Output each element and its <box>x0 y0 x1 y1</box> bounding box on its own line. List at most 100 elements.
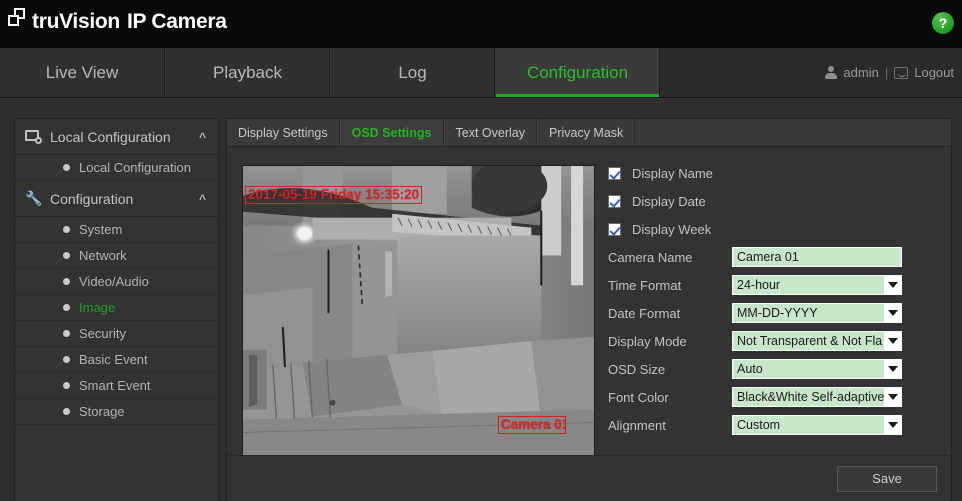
date-format-row: Date Format MM-DD-YYYY <box>602 299 942 327</box>
chevron-down-icon[interactable] <box>884 276 901 294</box>
chevron-down-icon[interactable] <box>884 360 901 378</box>
sidebar-group-configuration[interactable]: 🔧 Configuration ^ <box>15 181 218 217</box>
sidebar-item-basic-event[interactable]: Basic Event <box>15 347 218 373</box>
osd-size-label: OSD Size <box>608 361 666 377</box>
bullet-icon <box>63 382 70 389</box>
nav-tab-playback[interactable]: Playback <box>165 48 330 97</box>
tab-osd-settings[interactable]: OSD Settings <box>339 119 444 146</box>
osd-datetime-overlay[interactable]: 2017-05-19 Friday 15:35:20 <box>245 186 423 204</box>
font-color-value: Black&White Self-adaptive <box>732 387 902 407</box>
display-name-row: Display Name <box>602 159 942 187</box>
chevron-up-icon-config[interactable]: ^ <box>199 192 206 206</box>
time-format-select[interactable]: 24-hour <box>732 275 902 295</box>
chevron-down-icon[interactable] <box>884 416 901 434</box>
sidebar-item-label: Smart Event <box>79 378 151 393</box>
nav-tab-configuration[interactable]: Configuration <box>495 48 660 97</box>
date-format-select[interactable]: MM-DD-YYYY <box>732 303 902 323</box>
font-color-select[interactable]: Black&White Self-adaptive <box>732 387 902 407</box>
sidebar-item-label: Storage <box>79 404 125 419</box>
display-week-row: Display Week <box>602 215 942 243</box>
sidebar-item-image[interactable]: Image <box>15 295 218 321</box>
osd-size-select[interactable]: Auto <box>732 359 902 379</box>
brand: truVision IP Camera <box>8 8 227 34</box>
display-date-row: Display Date <box>602 187 942 215</box>
osd-size-value: Auto <box>732 359 902 379</box>
camera-name-input[interactable] <box>732 247 902 267</box>
sidebar-item-label: Basic Event <box>79 352 148 367</box>
bullet-icon <box>63 304 70 311</box>
sidebar-item-smart-event[interactable]: Smart Event <box>15 373 218 399</box>
save-button[interactable]: Save <box>837 466 937 492</box>
user-area: admin | Logout <box>825 48 954 97</box>
sidebar-item-system[interactable]: System <box>15 217 218 243</box>
main-nav-tabs: Live View Playback Log Configuration <box>0 48 660 97</box>
nav-tab-log[interactable]: Log <box>330 48 495 97</box>
camera-live-image <box>243 166 594 455</box>
bullet-icon <box>63 164 70 171</box>
brand-title: truVision IP Camera <box>32 9 227 34</box>
camera-name-label: Camera Name <box>608 249 693 265</box>
time-format-label: Time Format <box>608 277 682 293</box>
font-color-row: Font Color Black&White Self-adaptive <box>602 383 942 411</box>
display-name-checkbox[interactable] <box>608 166 621 180</box>
date-format-label: Date Format <box>608 305 681 321</box>
nav-tab-live-view[interactable]: Live View <box>0 48 165 97</box>
chevron-down-icon[interactable] <box>884 332 901 350</box>
monitor-gear-icon <box>25 129 42 144</box>
tab-privacy-mask[interactable]: Privacy Mask <box>536 119 636 146</box>
sidebar-item-local-configuration[interactable]: Local Configuration <box>15 155 218 181</box>
camera-name-row: Camera Name <box>602 243 942 271</box>
sidebar-item-video-audio[interactable]: Video/Audio <box>15 269 218 295</box>
alignment-label: Alignment <box>608 417 666 433</box>
time-format-row: Time Format 24-hour <box>602 271 942 299</box>
logout-icon[interactable] <box>894 66 909 79</box>
alignment-select[interactable]: Custom <box>732 415 902 435</box>
chevron-down-icon[interactable] <box>884 304 901 322</box>
date-format-value: MM-DD-YYYY <box>732 303 902 323</box>
bullet-icon <box>63 408 70 415</box>
sidebar-item-network[interactable]: Network <box>15 243 218 269</box>
bullet-icon <box>63 226 70 233</box>
user-separator: | <box>884 65 889 80</box>
display-date-checkbox[interactable] <box>608 194 621 208</box>
chevron-down-icon[interactable] <box>884 388 901 406</box>
osd-camera-name-overlay[interactable]: Camera 01 <box>498 416 566 434</box>
content-panel: Display Settings OSD Settings Text Overl… <box>226 118 952 501</box>
logout-button[interactable]: Logout <box>914 65 954 80</box>
sidebar-item-label: System <box>79 222 123 237</box>
font-color-label: Font Color <box>608 389 669 405</box>
display-date-label: Display Date <box>632 193 706 209</box>
brand-name-post: Vision <box>59 10 120 33</box>
tab-text-overlay[interactable]: Text Overlay <box>443 119 537 146</box>
sidebar-group-label-local: Local Configuration <box>50 128 171 145</box>
osd-size-row: OSD Size Auto <box>602 355 942 383</box>
display-week-label: Display Week <box>632 221 712 237</box>
bullet-icon <box>63 278 70 285</box>
username-label: admin <box>843 65 879 80</box>
display-mode-value: Not Transparent & Not Fla <box>732 331 902 351</box>
sidebar-item-label: Local Configuration <box>79 160 192 175</box>
sidebar: Local Configuration ^ Local Configuratio… <box>14 118 219 501</box>
chevron-up-icon-local[interactable]: ^ <box>199 130 206 144</box>
sidebar-group-label-config: Configuration <box>50 190 134 207</box>
display-week-checkbox[interactable] <box>608 222 621 236</box>
display-name-label: Display Name <box>632 165 713 181</box>
app-header: truVision IP Camera ? <box>0 0 962 48</box>
brand-name-pre: tru <box>32 10 60 33</box>
help-icon[interactable]: ? <box>932 12 954 34</box>
camera-name-control <box>732 247 902 267</box>
bullet-icon <box>63 330 70 337</box>
bullet-icon <box>63 356 70 363</box>
osd-form: Display Name Display Date Display Week C… <box>602 159 942 439</box>
video-preview[interactable]: 2017-05-19 Friday 15:35:20 Camera 01 <box>242 165 595 456</box>
osd-settings-panel: 2017-05-19 Friday 15:35:20 Camera 01 Dis… <box>227 147 951 501</box>
display-mode-select[interactable]: Not Transparent & Not Fla <box>732 331 902 351</box>
bullet-icon <box>63 252 70 259</box>
sidebar-item-storage[interactable]: Storage <box>15 399 218 425</box>
content-tabstrip: Display Settings OSD Settings Text Overl… <box>227 119 951 147</box>
sidebar-item-label: Security <box>79 326 126 341</box>
save-bar: Save <box>227 455 951 501</box>
tab-display-settings[interactable]: Display Settings <box>227 119 340 146</box>
sidebar-group-local-configuration[interactable]: Local Configuration ^ <box>15 119 218 155</box>
sidebar-item-security[interactable]: Security <box>15 321 218 347</box>
